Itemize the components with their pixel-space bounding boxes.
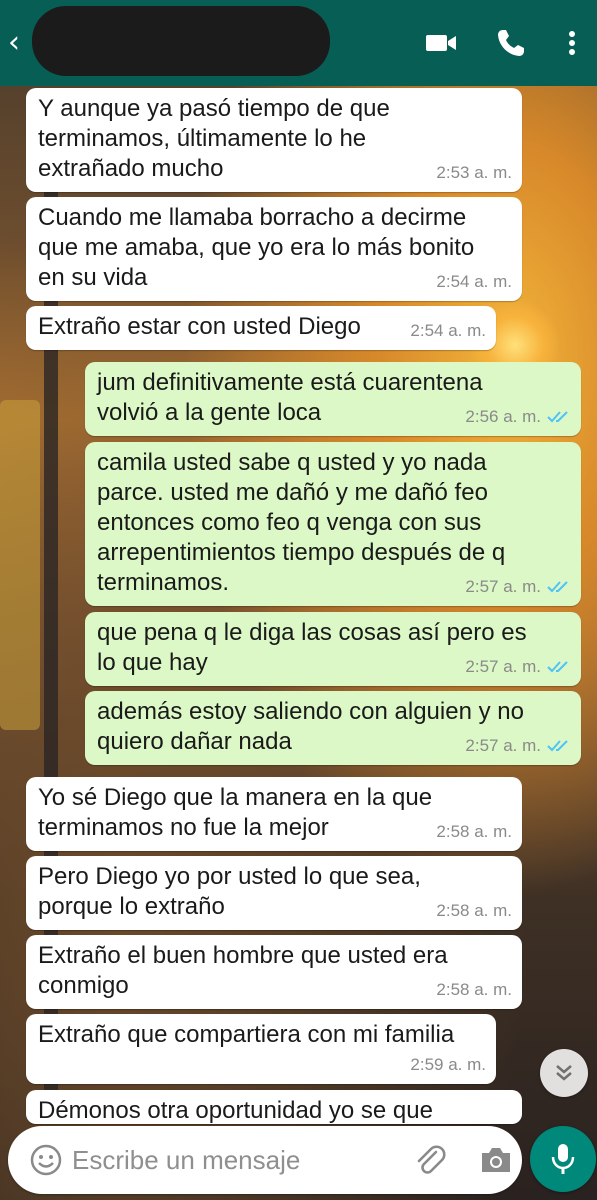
message-time: 2:54 a. m. [436,272,512,291]
message-time: 2:59 a. m. [410,1055,486,1074]
message-bubble-incoming[interactable]: Y aunque ya pasó tiempo de que terminamo… [26,88,522,192]
message-bubble-incoming[interactable]: Extraño el buen hombre que usted era con… [26,935,522,1009]
message-text: Extraño que compartiera con mi familia [38,1021,455,1048]
message-time: 2:54 a. m. [410,321,486,340]
message-meta: 2:57 a. m. [465,652,571,682]
mic-icon [551,1144,575,1174]
message-bubble-incoming[interactable]: Démonos otra oportunidad yo se que [26,1090,522,1124]
message-composer [8,1126,522,1194]
double-chevron-down-icon [556,1065,572,1081]
contact-name-redacted[interactable] [32,6,330,76]
message-meta: 2:58 a. m. [436,975,512,1005]
message-bubble-outgoing[interactable]: además estoy saliendo con alguien y no q… [85,691,581,765]
message-meta: 2:58 a. m. [436,896,512,926]
message-meta: 2:59 a. m. [410,1050,486,1080]
mic-button[interactable] [530,1126,596,1192]
read-ticks-icon [547,411,568,423]
message-time: 2:53 a. m. [436,163,512,182]
back-icon[interactable]: ‹ [8,28,34,58]
message-time: 2:58 a. m. [436,980,512,999]
message-bubble-incoming[interactable]: Extraño que compartiera con mi familia 2… [26,1014,496,1084]
message-time: 2:57 a. m. [465,736,541,755]
message-bubble-incoming[interactable]: Yo sé Diego que la manera en la que term… [26,777,522,851]
message-bubble-outgoing[interactable]: jum definitivamente está cuarentena volv… [85,362,581,436]
message-meta: 2:54 a. m. [436,267,512,297]
message-bubble-incoming[interactable]: Extraño estar con usted Diego 2:54 a. m. [26,306,496,350]
message-meta: 2:54 a. m. [410,316,486,346]
read-ticks-icon [547,740,568,752]
scroll-to-bottom-button[interactable] [540,1049,588,1097]
message-bubble-outgoing[interactable]: camila usted sabe q usted y yo nada parc… [85,442,581,606]
chat-header: ‹ [0,0,597,86]
message-meta: 2:58 a. m. [436,817,512,847]
message-input[interactable] [72,1138,372,1182]
message-meta: 2:57 a. m. [465,731,571,761]
emoji-icon[interactable] [30,1144,62,1176]
message-meta: 2:53 a. m. [436,158,512,188]
message-time: 2:56 a. m. [465,407,541,426]
message-time: 2:57 a. m. [465,577,541,596]
message-bubble-incoming[interactable]: Pero Diego yo por usted lo que sea, porq… [26,856,522,930]
background-fuel-pump [0,400,40,730]
message-text: Démonos otra oportunidad yo se que [38,1097,433,1124]
attach-icon[interactable] [412,1142,448,1178]
message-meta: 2:56 a. m. [465,402,571,432]
message-time: 2:58 a. m. [436,822,512,841]
read-ticks-icon [547,581,568,593]
message-meta: 2:57 a. m. [465,572,571,602]
message-bubble-outgoing[interactable]: que pena q le diga las cosas así pero es… [85,612,581,686]
message-time: 2:58 a. m. [436,901,512,920]
voice-call-icon[interactable] [494,26,528,60]
message-bubble-incoming[interactable]: Cuando me llamaba borracho a decirme que… [26,197,522,301]
more-options-icon[interactable] [560,26,584,60]
camera-icon[interactable] [478,1142,514,1178]
read-ticks-icon [547,661,568,673]
video-call-icon[interactable] [424,26,458,60]
message-time: 2:57 a. m. [465,657,541,676]
